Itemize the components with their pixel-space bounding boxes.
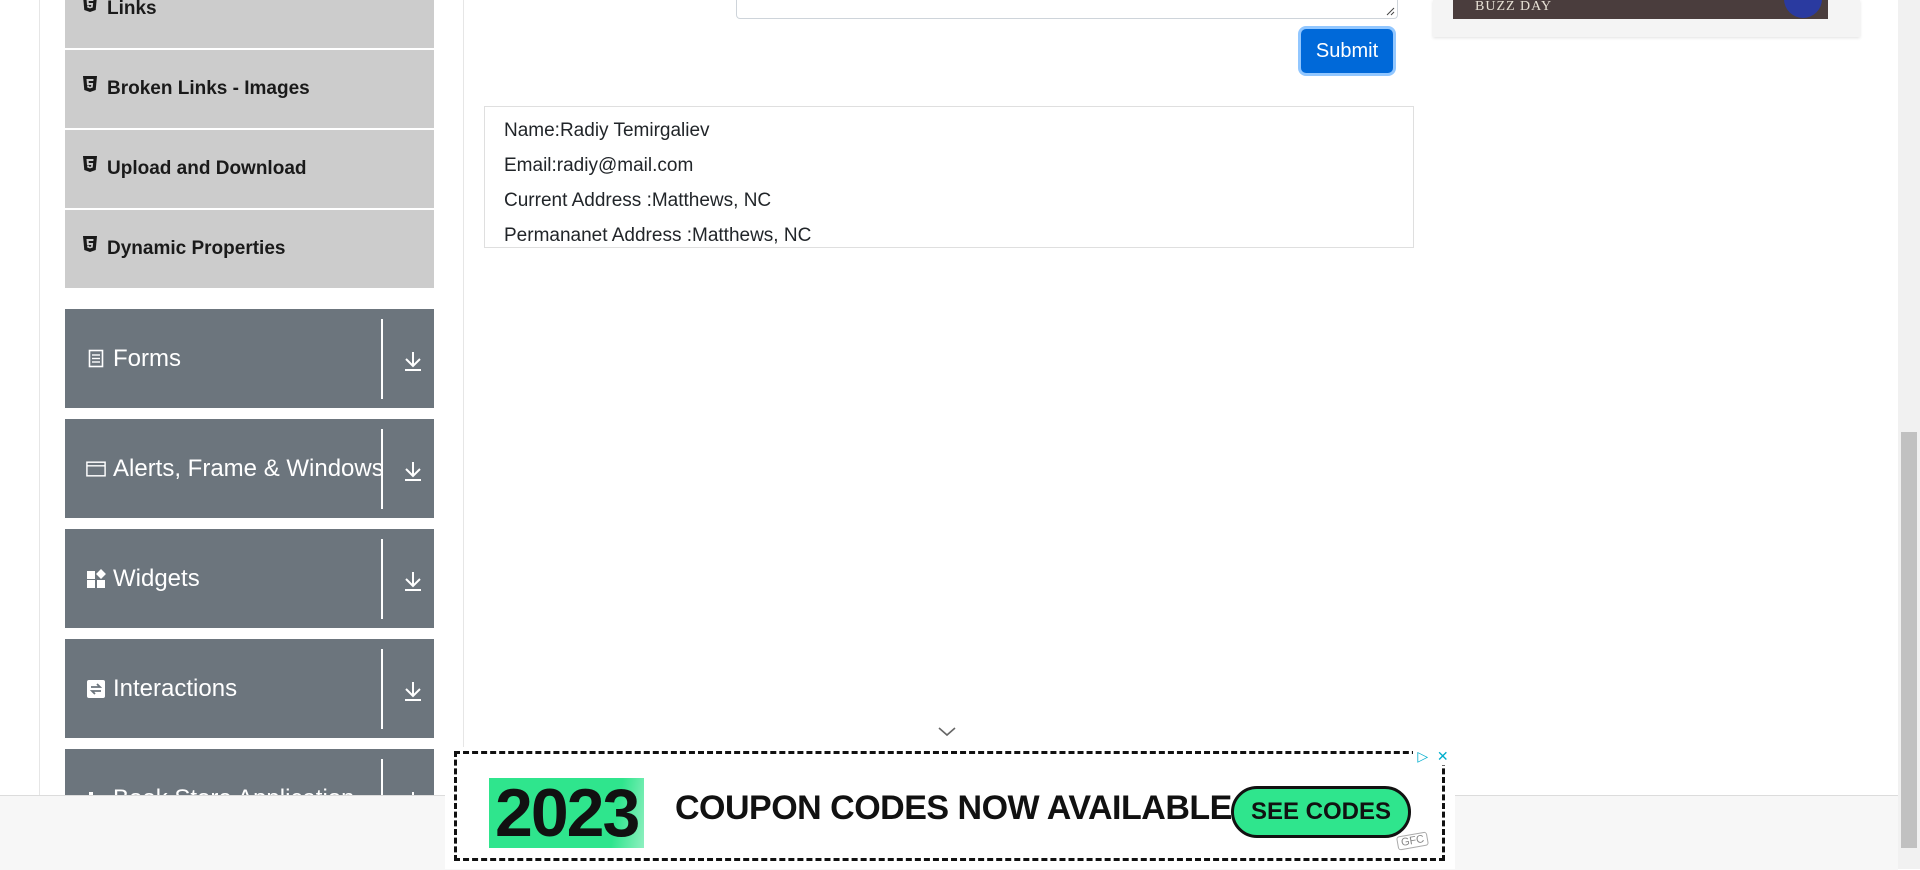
download-icon[interactable] — [402, 679, 424, 703]
form-icon — [86, 349, 106, 369]
html5-icon — [83, 76, 97, 92]
sidebar-group-widgets[interactable]: Widgets — [65, 529, 434, 628]
widgets-icon — [86, 568, 106, 589]
gfc-badge: GFC — [1396, 831, 1430, 851]
interactions-icon — [86, 679, 106, 699]
ad-text: BUZZ DAY — [1475, 0, 1553, 14]
sidebar-group-alerts[interactable]: Alerts, Frame & Windows — [65, 419, 434, 518]
sidebar-item-label: Upload and Download — [107, 158, 307, 179]
chevron-down-icon[interactable] — [937, 726, 957, 738]
sidebar-item-label: Links — [107, 0, 157, 19]
download-icon[interactable] — [402, 569, 424, 593]
sidebar-item-dynamic-properties[interactable]: Dynamic Properties — [65, 210, 434, 288]
html5-icon — [83, 236, 97, 252]
page-scrollbar[interactable] — [1898, 0, 1920, 869]
ad-headline: COUPON CODES NOW AVAILABLE — [675, 789, 1232, 827]
sidebar-item-upload-download[interactable]: Upload and Download — [65, 130, 434, 208]
download-icon[interactable] — [402, 349, 424, 373]
sidebar-group-interactions[interactable]: Interactions — [65, 639, 434, 738]
sidebar-group-forms[interactable]: Forms — [65, 309, 434, 408]
top-right-ad[interactable]: BUZZ DAY — [1433, 0, 1860, 37]
group-label: Widgets — [113, 564, 200, 592]
html5-icon — [83, 0, 97, 12]
download-icon[interactable] — [402, 459, 424, 483]
bottom-banner-ad[interactable]: 2023 COUPON CODES NOW AVAILABLE SEE CODE… — [445, 747, 1455, 869]
output-name: Name:Radiy Temirgaliev — [504, 120, 710, 141]
output-permanent-address: Permananet Address :Matthews, NC — [504, 225, 812, 246]
group-label: Interactions — [113, 674, 238, 702]
sidebar-item-label: Broken Links - Images — [107, 78, 310, 99]
output-panel: Name:Radiy Temirgaliev Email:radiy@mail.… — [484, 106, 1414, 248]
see-codes-button[interactable]: SEE CODES — [1231, 786, 1411, 838]
sidebar-item-label: Dynamic Properties — [107, 238, 286, 259]
group-label: Forms — [113, 344, 181, 372]
ad-year: 2023 — [489, 778, 645, 848]
window-icon — [86, 459, 106, 479]
sidebar-item-broken-links[interactable]: Broken Links - Images — [65, 50, 434, 128]
close-icon[interactable]: ✕ — [1437, 748, 1449, 764]
resize-grip-icon[interactable] — [1385, 6, 1395, 16]
adchoices-icon[interactable]: ▷ — [1417, 748, 1428, 764]
permanent-address-textarea[interactable] — [736, 0, 1398, 19]
sidebar-item-links[interactable]: Links — [65, 0, 434, 48]
group-label: Alerts, Frame & Windows — [113, 454, 384, 482]
output-current-address: Current Address :Matthews, NC — [504, 190, 772, 211]
html5-icon — [83, 156, 97, 172]
ad-choices[interactable]: ▷ ✕ — [1413, 747, 1453, 765]
submit-button[interactable]: Submit — [1301, 29, 1393, 73]
scrollbar-thumb[interactable] — [1901, 432, 1917, 848]
output-email: Email:radiy@mail.com — [504, 155, 694, 176]
